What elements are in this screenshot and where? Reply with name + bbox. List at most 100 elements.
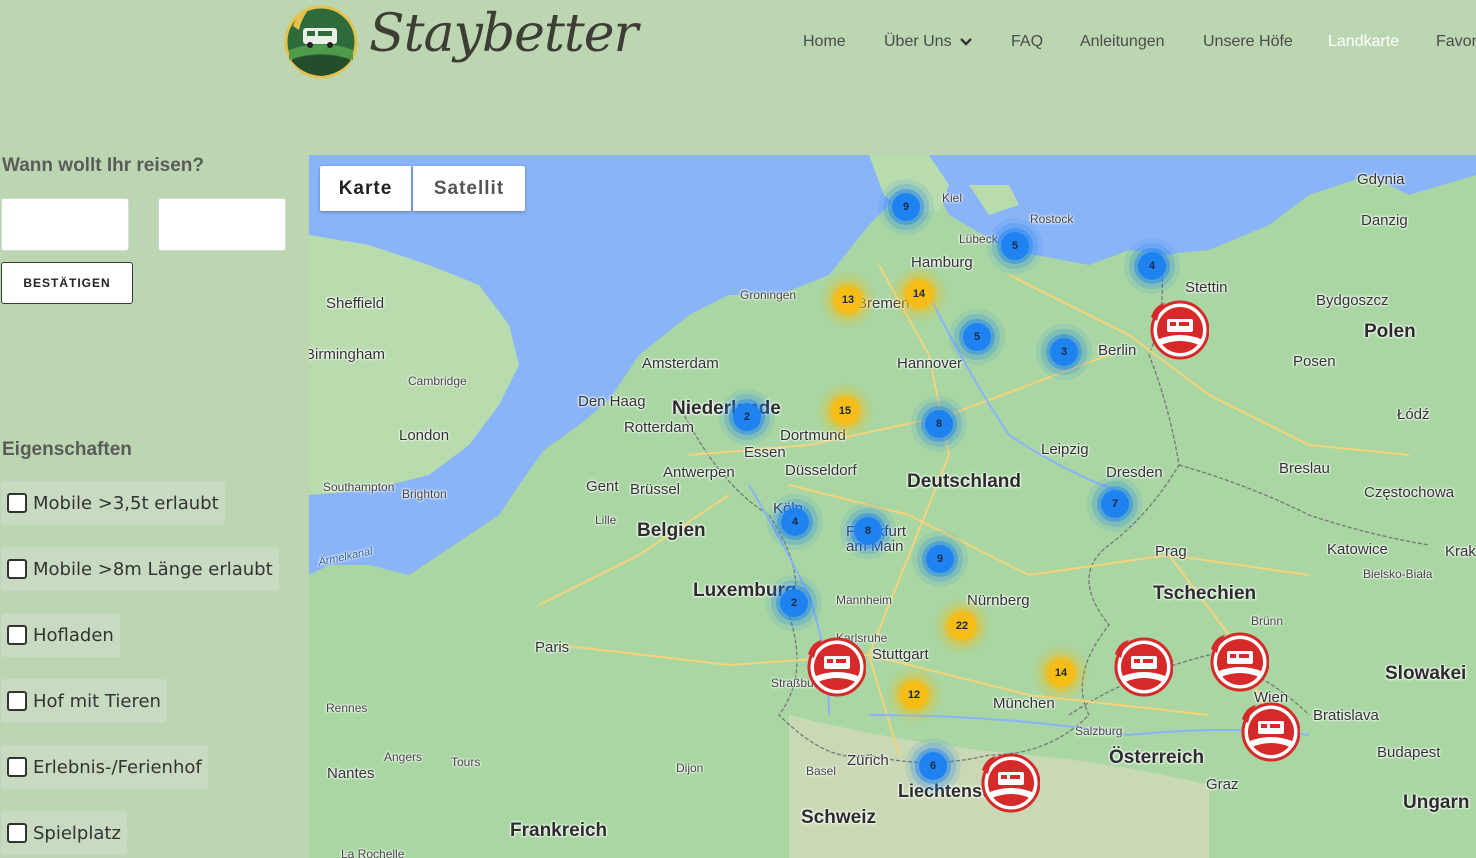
city-label: Sheffield: [326, 295, 385, 312]
filter-hof-mit-tieren[interactable]: Hof mit Tieren: [1, 679, 167, 723]
city-label: Bielsko-Biała: [1363, 567, 1433, 581]
brand-logo[interactable]: Staybetter: [283, 2, 638, 82]
city-label: Gent: [586, 478, 619, 495]
city-label: Dortmund: [780, 427, 846, 444]
city-label: Leipzig: [1041, 441, 1089, 458]
farm-marker-icon[interactable]: [978, 752, 1040, 814]
filter-label: Mobile >8m Länge erlaubt: [33, 558, 273, 580]
map-cluster[interactable]: 6: [919, 752, 947, 780]
country-label: Belgien: [637, 520, 706, 541]
city-label: Rennes: [326, 701, 368, 715]
city-label: Brighton: [402, 487, 447, 501]
filter-label: Mobile >3,5t erlaubt: [33, 492, 219, 514]
map-type-karte-button[interactable]: Karte: [320, 166, 411, 211]
map-cluster[interactable]: 4: [1138, 252, 1166, 280]
map-cluster[interactable]: 14: [905, 280, 933, 308]
city-label: Brüssel: [630, 481, 681, 498]
map-cluster[interactable]: 2: [733, 403, 761, 431]
country-label: Deutschland: [907, 471, 1022, 492]
map-background: [309, 155, 1476, 858]
city-label: Graz: [1206, 776, 1239, 793]
checkbox[interactable]: [7, 691, 27, 711]
city-label: Salzburg: [1075, 724, 1123, 738]
map-cluster[interactable]: 9: [926, 545, 954, 573]
logo-emblem-icon: [284, 5, 358, 79]
city-label: Mannheim: [836, 593, 893, 607]
city-label: Düsseldorf: [785, 462, 857, 479]
city-label: Rostock: [1030, 212, 1074, 226]
brand-name: Staybetter: [369, 4, 638, 64]
filter-hofladen[interactable]: Hofladen: [1, 613, 120, 657]
country-label: Tschechien: [1153, 583, 1257, 604]
end-date-input[interactable]: [158, 198, 286, 251]
city-label: Kiel: [942, 191, 963, 205]
map-cluster[interactable]: 12: [900, 681, 928, 709]
checkbox[interactable]: [7, 559, 27, 579]
map-cluster[interactable]: 15: [831, 397, 859, 425]
chevron-down-icon: [959, 37, 972, 46]
nav-ueber-uns-label: Über Uns: [884, 33, 952, 50]
farm-marker-icon[interactable]: [1207, 631, 1269, 693]
filter-erlebnis-ferienhof[interactable]: Erlebnis-/Ferienhof: [1, 745, 208, 789]
map-cluster[interactable]: 8: [854, 517, 882, 545]
nav-landkarte[interactable]: Landkarte: [1328, 33, 1399, 51]
city-label: Paris: [535, 639, 570, 656]
map-cluster[interactable]: 14: [1047, 659, 1075, 687]
confirm-button[interactable]: BESTÄTIGEN: [1, 262, 133, 304]
city-label: Nürnberg: [967, 592, 1030, 609]
city-label: Częstochowa: [1364, 484, 1455, 501]
nav-anleitungen[interactable]: Anleitungen: [1080, 33, 1165, 51]
checkbox[interactable]: [7, 757, 27, 777]
filter-label: Spielplatz: [33, 822, 121, 844]
map-cluster[interactable]: 22: [948, 612, 976, 640]
checkbox[interactable]: [7, 493, 27, 513]
map-cluster[interactable]: 5: [1001, 232, 1029, 260]
city-label: Stettin: [1185, 279, 1228, 296]
city-label: Dijon: [676, 761, 704, 775]
city-label: Cambridge: [408, 374, 467, 388]
city-label: Brünn: [1251, 614, 1284, 628]
filter-label: Hofladen: [33, 624, 114, 646]
checkbox[interactable]: [7, 823, 27, 843]
city-label: Bydgoszcz: [1316, 292, 1389, 309]
map-type-satellit-button[interactable]: Satellit: [413, 166, 525, 211]
features-heading: Eigenschaften: [2, 439, 132, 460]
city-label: Łódź: [1397, 406, 1430, 423]
filter-spielplatz[interactable]: Spielplatz: [1, 811, 127, 855]
nav-ueber-uns[interactable]: Über Uns: [884, 33, 972, 51]
filter-mobile-35t[interactable]: Mobile >3,5t erlaubt: [1, 481, 225, 525]
map-cluster[interactable]: 2: [780, 589, 808, 617]
filter-mobile-8m[interactable]: Mobile >8m Länge erlaubt: [1, 547, 279, 591]
farm-marker-icon[interactable]: [804, 636, 866, 698]
map-cluster[interactable]: 13: [834, 286, 862, 314]
city-label: Bremen: [857, 295, 910, 312]
nav-unsere-hoefe[interactable]: Unsere Höfe: [1203, 33, 1293, 51]
farm-marker-icon[interactable]: [1238, 701, 1300, 763]
city-label: Budapest: [1377, 744, 1441, 761]
start-date-input[interactable]: [1, 198, 129, 251]
city-label: Prag: [1155, 543, 1187, 560]
map-cluster[interactable]: 4: [781, 508, 809, 536]
map-cluster[interactable]: 7: [1101, 490, 1129, 518]
travel-dates-heading: Wann wollt Ihr reisen?: [2, 155, 204, 176]
city-label: Hannover: [897, 355, 963, 372]
city-label: Den Haag: [578, 393, 646, 410]
city-label: Amsterdam: [642, 355, 719, 372]
map-cluster[interactable]: 8: [925, 410, 953, 438]
map-cluster[interactable]: 5: [963, 323, 991, 351]
map-cluster[interactable]: 3: [1050, 338, 1078, 366]
nav-home[interactable]: Home: [803, 33, 846, 51]
map-cluster[interactable]: 9: [892, 193, 920, 221]
country-label: Polen: [1364, 321, 1416, 342]
city-label: Krakau: [1445, 543, 1476, 560]
nav-favoriten[interactable]: Favor: [1436, 33, 1476, 51]
country-label: Österreich: [1109, 747, 1205, 768]
city-label: Hamburg: [911, 254, 973, 271]
map-canvas[interactable]: Karte Satellit Deutschland Niederlande B…: [309, 155, 1476, 858]
farm-marker-icon[interactable]: [1111, 636, 1173, 698]
nav-faq[interactable]: FAQ: [1011, 33, 1043, 51]
city-label: London: [399, 427, 450, 444]
city-label: La Rochelle: [341, 847, 405, 858]
farm-marker-icon[interactable]: [1147, 299, 1209, 361]
checkbox[interactable]: [7, 625, 27, 645]
